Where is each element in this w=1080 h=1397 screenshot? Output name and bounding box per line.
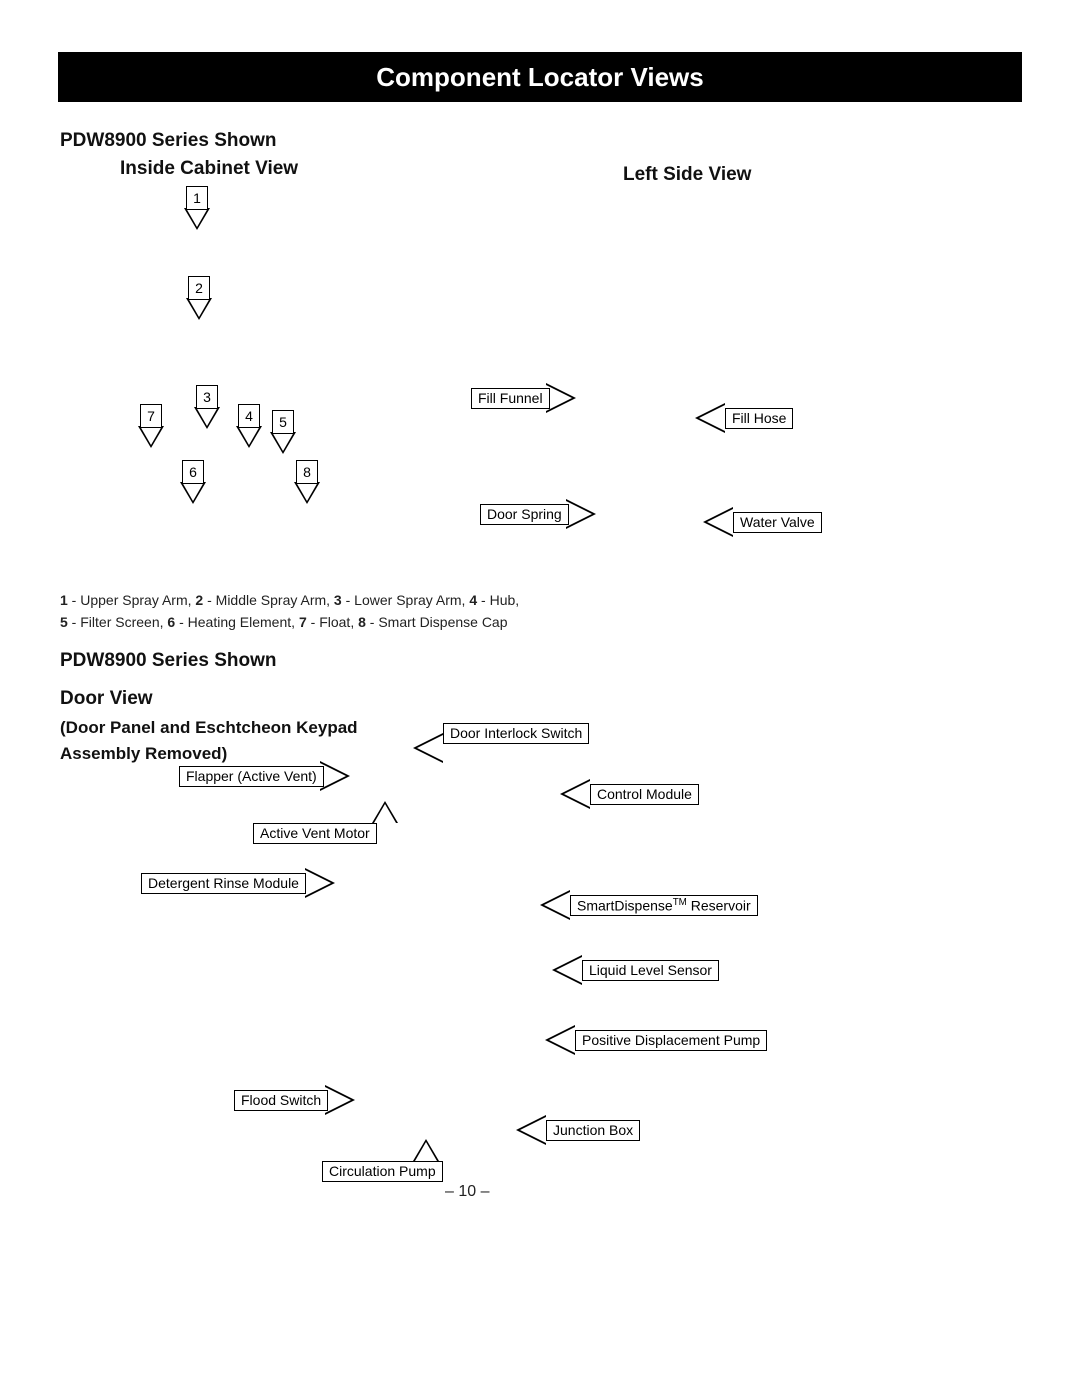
legend-text-3: Lower Spray Arm (354, 592, 461, 608)
legend-text-6: Heating Element (188, 614, 292, 630)
marker-1-box: 1 (186, 186, 208, 210)
callout-circulation-pump: Circulation Pump (322, 1161, 443, 1182)
legend-text-2: Middle Spray Arm (216, 592, 326, 608)
door-view-heading: Door View (60, 688, 153, 710)
legend-text-8: Smart Dispense Cap (378, 614, 507, 630)
door-subtitle-line2: Assembly Removed) (60, 744, 227, 763)
inside-cabinet-heading: Inside Cabinet View (120, 158, 298, 180)
series-heading-1: PDW8900 Series Shown (60, 130, 276, 152)
left-side-heading: Left Side View (623, 164, 751, 186)
legend: 1 - Upper Spray Arm, 2 - Middle Spray Ar… (60, 589, 760, 634)
marker-6-box: 6 (182, 460, 204, 484)
legend-num-6: 6 (167, 614, 175, 630)
marker-7-box: 7 (140, 404, 162, 428)
callout-flapper: Flapper (Active Vent) (179, 766, 324, 787)
callout-door-interlock: Door Interlock Switch (443, 723, 589, 744)
callout-detergent-rinse: Detergent Rinse Module (141, 873, 306, 894)
legend-text-1: Upper Spray Arm (80, 592, 187, 608)
callout-liquid-level: Liquid Level Sensor (582, 960, 719, 981)
page-title-bar: Component Locator Views (58, 52, 1022, 102)
marker-2-box: 2 (188, 276, 210, 300)
marker-5-box: 5 (272, 410, 294, 434)
legend-text-4: Hub (490, 592, 516, 608)
callout-junction-box: Junction Box (546, 1120, 640, 1141)
door-subtitle: (Door Panel and Eschtcheon Keypad Assemb… (60, 715, 358, 766)
callout-flood-switch: Flood Switch (234, 1090, 328, 1111)
callout-door-spring: Door Spring (480, 504, 569, 525)
door-subtitle-line1: (Door Panel and Eschtcheon Keypad (60, 718, 358, 737)
legend-num-2: 2 (195, 592, 203, 608)
legend-text-5: Filter Screen (80, 614, 159, 630)
legend-num-3: 3 (334, 592, 342, 608)
legend-num-7: 7 (299, 614, 307, 630)
callout-control-module: Control Module (590, 784, 699, 805)
marker-3-box: 3 (196, 385, 218, 409)
marker-8-box: 8 (296, 460, 318, 484)
callout-positive-pump: Positive Displacement Pump (575, 1030, 767, 1051)
callout-fill-funnel: Fill Funnel (471, 388, 550, 409)
legend-num-8: 8 (358, 614, 366, 630)
series-heading-2: PDW8900 Series Shown (60, 650, 276, 672)
legend-num-4: 4 (469, 592, 477, 608)
callout-water-valve: Water Valve (733, 512, 822, 533)
legend-text-7: Float (319, 614, 350, 630)
legend-num-1: 1 (60, 592, 68, 608)
callout-smartdispense: SmartDispenseTM Reservoir (570, 895, 758, 916)
callout-fill-hose: Fill Hose (725, 408, 793, 429)
page: Component Locator Views PDW8900 Series S… (0, 0, 1080, 1397)
callout-active-vent-motor: Active Vent Motor (253, 823, 377, 844)
marker-4-box: 4 (238, 404, 260, 428)
legend-num-5: 5 (60, 614, 68, 630)
page-number: – 10 – (445, 1183, 489, 1201)
